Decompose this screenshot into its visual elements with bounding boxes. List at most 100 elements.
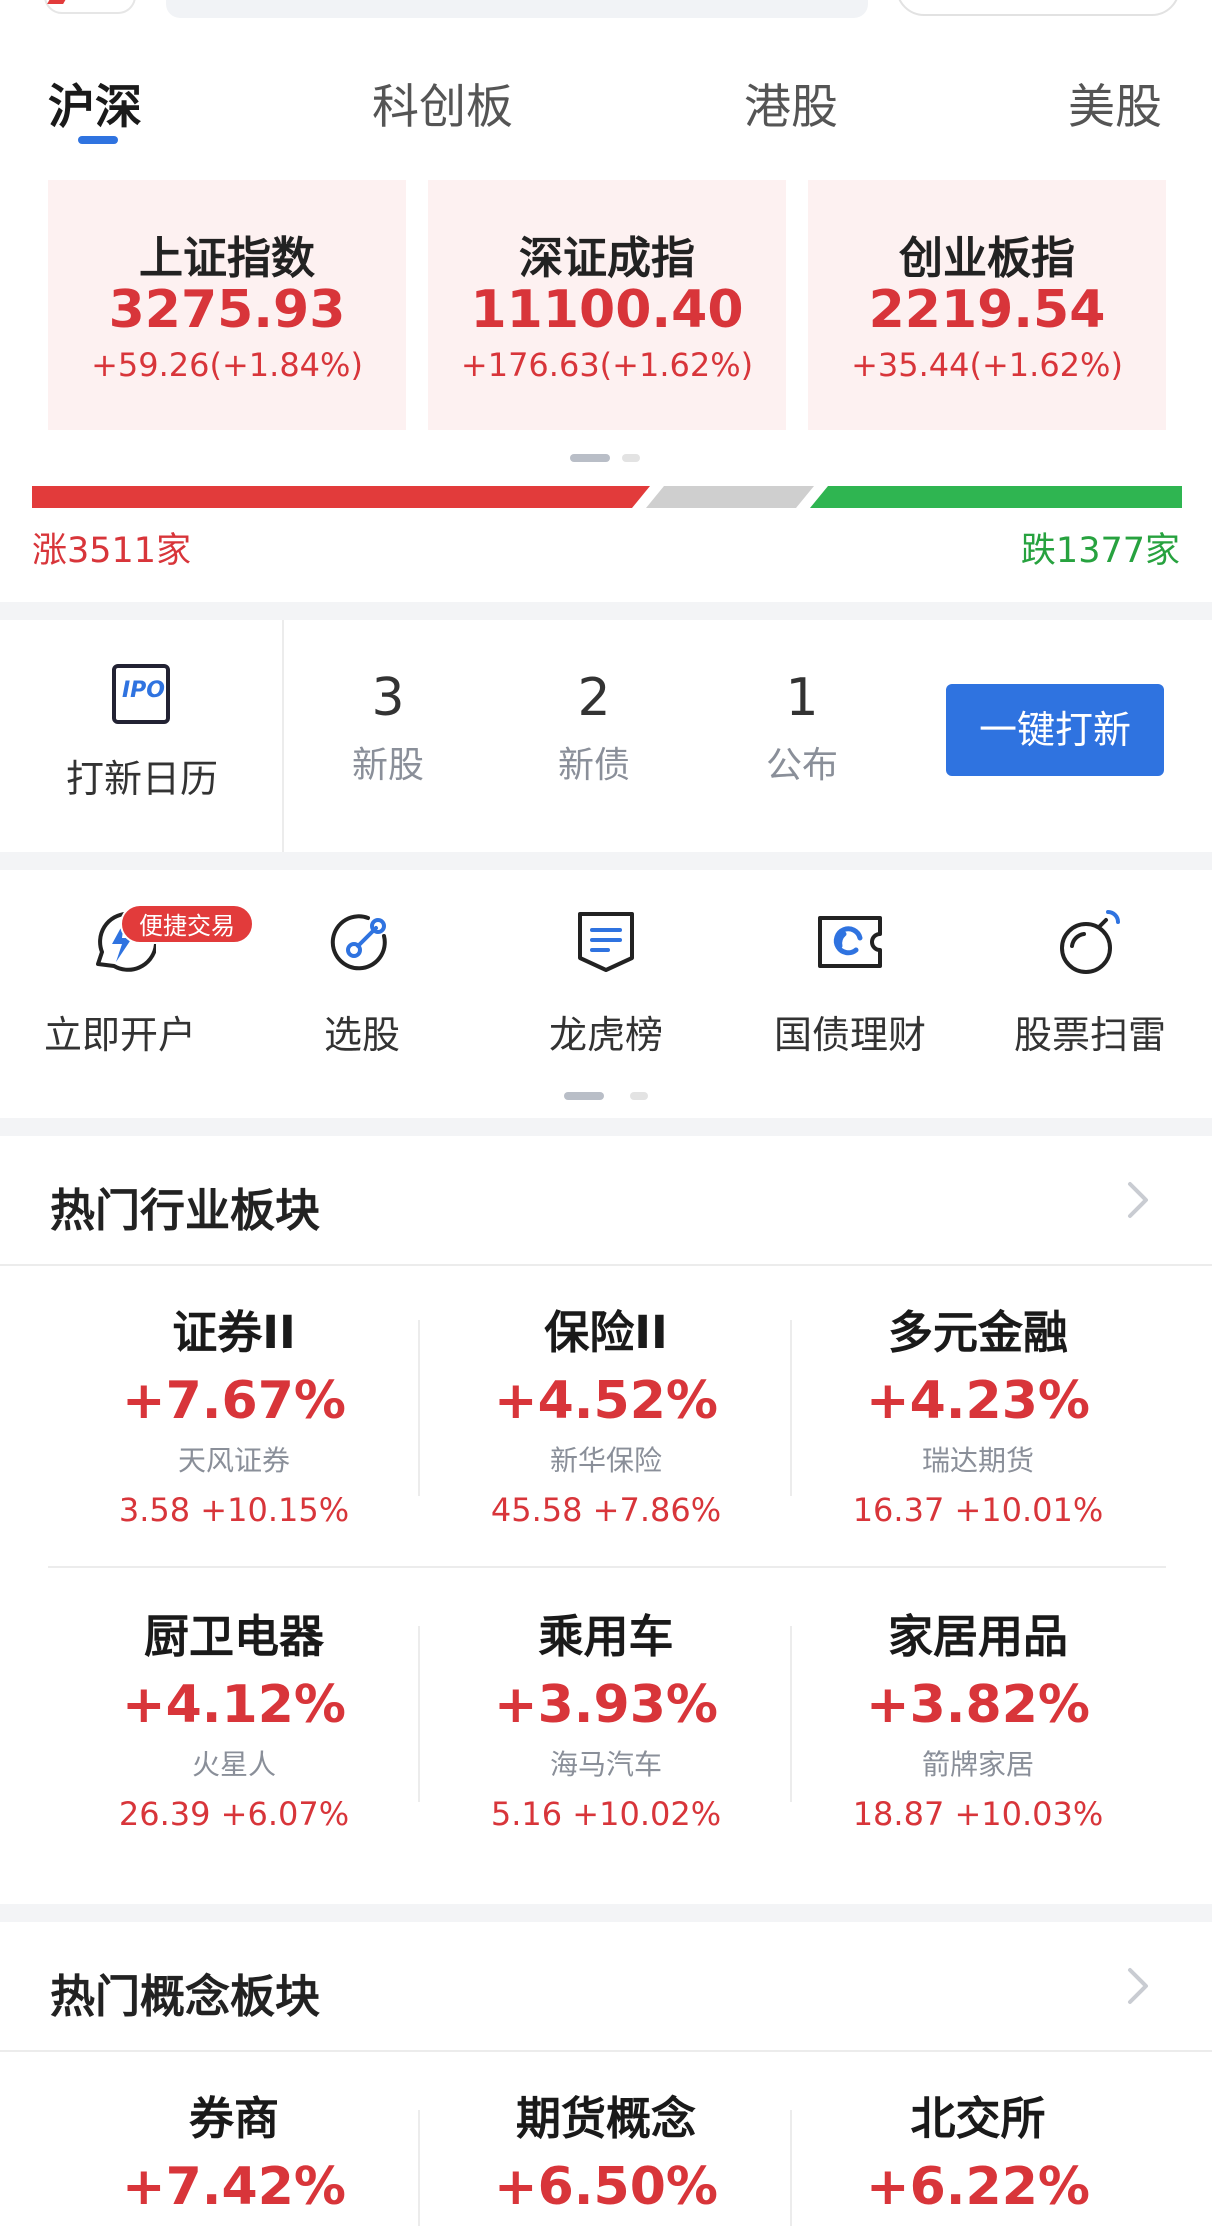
- sector-change: +3.93%: [494, 1675, 718, 1735]
- index-card-shenzhen[interactable]: 深证成指 11100.40 +176.63(+1.62%): [428, 180, 786, 430]
- column-divider: [418, 1320, 420, 1496]
- leading-stock: 瑞达期货: [921, 1444, 1034, 1477]
- top-app-bar: [0, 0, 1212, 24]
- index-name: 创业板指: [899, 233, 1075, 284]
- sector-name: 证券II: [172, 1306, 296, 1359]
- tab-star-market[interactable]: 科创板: [372, 68, 513, 137]
- index-change: +176.63(+1.62%): [460, 346, 754, 384]
- tool-label: 立即开户: [43, 1013, 196, 1057]
- tab-us-stocks[interactable]: 美股: [1068, 68, 1162, 137]
- leading-stock: 箭牌家居: [921, 1748, 1034, 1781]
- column-divider: [418, 2110, 420, 2226]
- sector-change: +6.22%: [866, 2157, 1090, 2217]
- carousel-dot: [622, 454, 640, 462]
- quick-tools: 立即开户 便捷交易 选股 龙虎榜 国债理财 股票扫雷: [0, 870, 1212, 1120]
- sector-card[interactable]: 期货概念 +6.50%: [420, 2082, 792, 2217]
- ipo-calendar-icon: IPO: [112, 664, 170, 724]
- fall-count: 跌1377家: [1020, 531, 1180, 571]
- leading-stock-quote: 3.58 +10.15%: [118, 1491, 350, 1529]
- index-card-shanghai[interactable]: 上证指数 3275.93 +59.26(+1.84%): [48, 180, 406, 430]
- sector-name: 厨卫电器: [143, 1610, 324, 1663]
- ipo-panel: IPO 打新日历 3 新股 2 新债 1 公布 一键打新: [0, 620, 1212, 852]
- leading-stock: 海马汽车: [549, 1748, 662, 1781]
- hot-concept-header[interactable]: 热门概念板块: [0, 1922, 1212, 2052]
- sector-name: 乘用车: [538, 1610, 674, 1663]
- index-value: 3275.93: [108, 280, 346, 340]
- index-change: +35.44(+1.62%): [851, 346, 1123, 384]
- sector-name: 保险II: [544, 1306, 668, 1359]
- sector-card[interactable]: 家居用品 +3.82% 箭牌家居 18.87 +10.03%: [792, 1600, 1164, 1833]
- app-logo[interactable]: [44, 0, 136, 14]
- one-click-subscribe-button[interactable]: 一键打新: [946, 684, 1164, 776]
- tab-hushen[interactable]: 沪深: [48, 68, 142, 137]
- sector-change: +4.23%: [866, 1371, 1090, 1431]
- tool-label: 股票扫雷: [1013, 1013, 1166, 1057]
- ipo-stat-count: 2: [577, 668, 611, 728]
- hot-concept-grid: 券商 +7.42% 期货概念 +6.50% 北交所 +6.22%: [48, 2076, 1166, 2226]
- index-value: 2219.54: [868, 280, 1106, 340]
- leading-stock: 天风证券: [177, 1444, 290, 1477]
- section-divider: [0, 1118, 1212, 1136]
- column-divider: [418, 1626, 420, 1802]
- index-card-chinext[interactable]: 创业板指 2219.54 +35.44(+1.62%): [808, 180, 1166, 430]
- tool-stock-picker[interactable]: 选股: [262, 906, 462, 1059]
- index-change: +59.26(+1.84%): [91, 346, 363, 384]
- ipo-calendar[interactable]: IPO 打新日历: [0, 620, 284, 852]
- ipo-stat-new-bonds[interactable]: 2 新债: [514, 668, 674, 788]
- tool-label: 龙虎榜: [548, 1013, 663, 1057]
- ipo-calendar-label: 打新日历: [65, 757, 218, 801]
- carousel-dot-active: [570, 454, 610, 462]
- index-carousel-dots: [570, 454, 642, 462]
- sector-card[interactable]: 券商 +7.42%: [48, 2082, 420, 2217]
- column-divider: [790, 1320, 792, 1496]
- index-name: 上证指数: [139, 233, 315, 284]
- breadth-rise-segment: [32, 486, 650, 508]
- quick-trade-badge: 便捷交易: [120, 904, 254, 944]
- tool-stock-minesweeper[interactable]: 股票扫雷: [990, 906, 1190, 1059]
- logo-mark-icon: [47, 0, 69, 4]
- sector-change: +7.67%: [122, 1371, 346, 1431]
- breadth-fall-segment: [810, 486, 1182, 508]
- breadth-flat-segment: [646, 486, 814, 508]
- sector-card[interactable]: 证券II +7.67% 天风证券 3.58 +10.15%: [48, 1296, 420, 1529]
- leading-stock-quote: 45.58 +7.86%: [490, 1491, 722, 1529]
- ipo-icon-text: IPO: [122, 678, 166, 703]
- sector-card[interactable]: 北交所 +6.22%: [792, 2082, 1164, 2217]
- tool-treasury-bonds[interactable]: 国债理财: [750, 906, 950, 1059]
- tool-dragon-tiger-list[interactable]: 龙虎榜: [506, 906, 706, 1059]
- bomb-icon: [1054, 906, 1126, 978]
- ipo-stat-label: 新股: [351, 745, 424, 786]
- hot-industry-grid: 证券II +7.67% 天风证券 3.58 +10.15% 保险II +4.52…: [48, 1296, 1166, 1836]
- sector-change: +4.12%: [122, 1675, 346, 1735]
- column-divider: [790, 2110, 792, 2226]
- carousel-dot-active: [564, 1092, 604, 1100]
- index-cards: 上证指数 3275.93 +59.26(+1.84%) 深证成指 11100.4…: [48, 180, 1166, 430]
- breadth-bar-graphic: [32, 486, 1182, 508]
- section-divider: [0, 852, 1212, 870]
- top-right-pill-button[interactable]: [896, 0, 1180, 16]
- sector-change: +6.50%: [494, 2157, 718, 2217]
- sector-card[interactable]: 乘用车 +3.93% 海马汽车 5.16 +10.02%: [420, 1600, 792, 1833]
- carousel-dot: [630, 1092, 648, 1100]
- row-divider: [48, 1566, 1166, 1568]
- hot-industry-header[interactable]: 热门行业板块: [0, 1136, 1212, 1266]
- market-tabs: 沪深 科创板 港股 美股: [0, 60, 1212, 150]
- sector-card[interactable]: 多元金融 +4.23% 瑞达期货 16.37 +10.01%: [792, 1296, 1164, 1529]
- stock-picker-icon: [326, 906, 398, 978]
- leading-stock: 火星人: [191, 1748, 276, 1781]
- leading-stock-quote: 16.37 +10.01%: [852, 1491, 1104, 1529]
- ipo-stat-label: 新债: [557, 745, 630, 786]
- leading-stock: 新华保险: [549, 1444, 662, 1477]
- rise-count: 涨3511家: [32, 531, 192, 571]
- leading-stock-quote: 5.16 +10.02%: [490, 1795, 722, 1833]
- sector-card[interactable]: 保险II +4.52% 新华保险 45.58 +7.86%: [420, 1296, 792, 1529]
- tool-label: 国债理财: [773, 1013, 926, 1057]
- sector-change: +4.52%: [494, 1371, 718, 1431]
- search-bar[interactable]: [166, 0, 868, 18]
- ipo-stat-new-stocks[interactable]: 3 新股: [308, 668, 468, 788]
- sector-card[interactable]: 厨卫电器 +4.12% 火星人 26.39 +6.07%: [48, 1600, 420, 1833]
- sector-name: 北交所: [910, 2092, 1046, 2145]
- tab-hk-stocks[interactable]: 港股: [744, 68, 838, 137]
- chevron-right-icon: [1128, 1968, 1148, 2004]
- ipo-stat-announced[interactable]: 1 公布: [722, 668, 882, 788]
